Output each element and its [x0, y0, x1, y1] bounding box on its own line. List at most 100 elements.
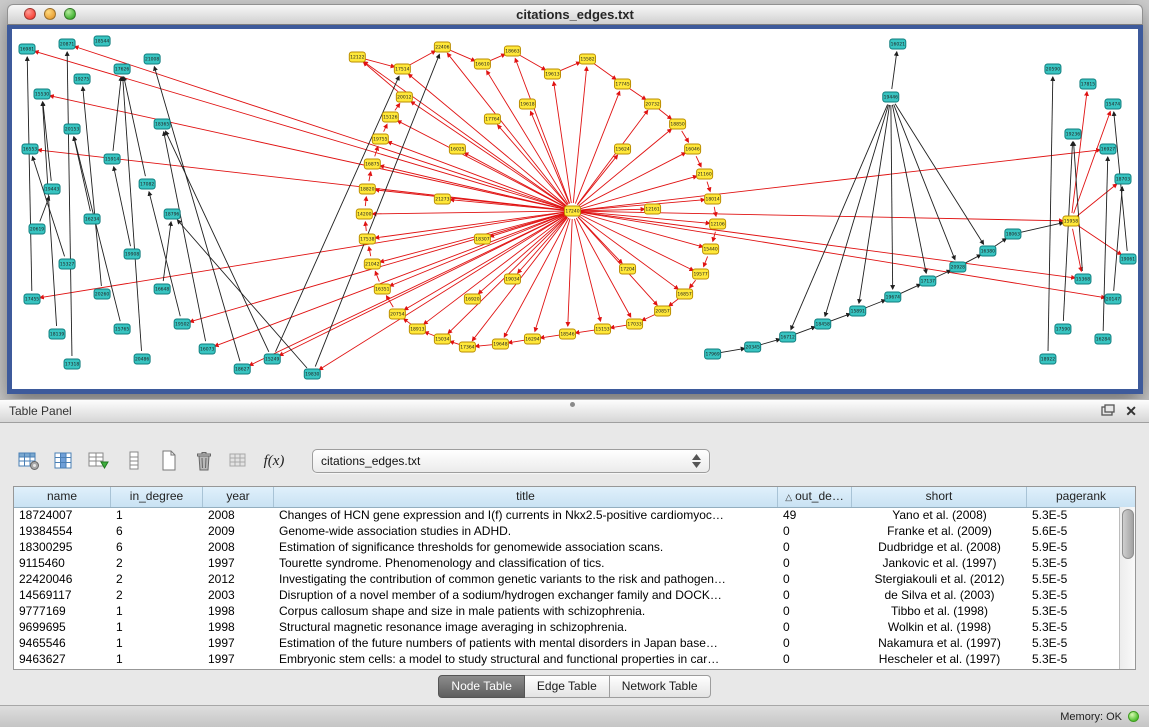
network-node[interactable]: 20732	[645, 99, 661, 109]
network-node[interactable]: 18663	[504, 46, 520, 56]
network-edge[interactable]	[404, 215, 565, 310]
network-edge[interactable]	[575, 330, 594, 333]
table-row[interactable]: 1830029562008Estimation of significance …	[14, 539, 1120, 555]
network-edge[interactable]	[610, 325, 626, 328]
network-node[interactable]: 19061	[1120, 254, 1136, 264]
column-header-out-degree[interactable]: △out_de…	[778, 487, 852, 507]
network-edge[interactable]	[1103, 157, 1108, 331]
table-row[interactable]: 946554611997Estimation of the future num…	[14, 635, 1120, 651]
network-edge[interactable]	[384, 124, 387, 131]
network-node[interactable]: 19236	[1065, 129, 1081, 139]
network-node[interactable]: 19446	[883, 92, 899, 102]
network-edge[interactable]	[704, 256, 708, 266]
network-edge[interactable]	[865, 300, 885, 308]
network-edge[interactable]	[682, 131, 689, 142]
network-node[interactable]: 19830	[304, 369, 320, 379]
network-node[interactable]: 15474	[1105, 99, 1121, 109]
network-edge[interactable]	[409, 51, 435, 65]
network-edge[interactable]	[315, 54, 439, 366]
network-edge[interactable]	[574, 219, 600, 321]
network-edge[interactable]	[594, 64, 616, 80]
network-node[interactable]: 19613	[544, 69, 560, 79]
network-node[interactable]: 21273	[434, 194, 450, 204]
network-node[interactable]: 15530	[34, 89, 50, 99]
network-edge[interactable]	[531, 111, 570, 203]
network-node[interactable]: 12106	[710, 219, 726, 229]
network-node[interactable]: 17318	[64, 359, 80, 369]
panel-splitter-handle[interactable]	[570, 402, 575, 407]
network-node[interactable]: 19674	[885, 292, 901, 302]
network-node[interactable]: 17815	[1080, 79, 1096, 89]
network-edge[interactable]	[35, 51, 565, 208]
network-edge[interactable]	[425, 332, 435, 336]
network-edge[interactable]	[1074, 112, 1111, 214]
network-node[interactable]: 16920	[464, 294, 480, 304]
network-node[interactable]: 16351	[374, 284, 390, 294]
network-canvas[interactable]: 1212217514224061661018663196131558217745…	[12, 29, 1138, 389]
network-node[interactable]: 19755	[372, 134, 388, 144]
network-node[interactable]: 17514	[394, 64, 410, 74]
network-node[interactable]: 16021	[890, 39, 906, 49]
network-edge[interactable]	[519, 55, 545, 70]
network-node[interactable]: 15368	[1075, 274, 1091, 284]
network-edge[interactable]	[994, 239, 1006, 247]
network-node[interactable]: 22406	[434, 42, 450, 52]
network-node[interactable]: 16875	[364, 159, 380, 169]
network-edge[interactable]	[364, 62, 566, 207]
network-edge[interactable]	[1114, 187, 1123, 291]
network-node[interactable]: 18365	[154, 119, 170, 129]
table-row[interactable]: 2242004622012Investigating the contribut…	[14, 571, 1120, 587]
network-edge[interactable]	[642, 314, 655, 320]
network-node[interactable]: 20486	[134, 354, 150, 364]
network-node[interactable]: 15440	[703, 244, 719, 254]
network-edge[interactable]	[369, 172, 371, 181]
network-edge[interactable]	[830, 314, 850, 321]
network-node[interactable]: 19502	[174, 319, 190, 329]
network-edge[interactable]	[669, 299, 678, 306]
network-node[interactable]: 15624	[615, 144, 631, 154]
zoom-button[interactable]	[64, 8, 76, 20]
network-node[interactable]: 19443	[44, 184, 60, 194]
network-edge[interactable]	[892, 105, 926, 273]
network-edge[interactable]	[177, 220, 307, 368]
network-node[interactable]: 18796	[164, 209, 180, 219]
close-button[interactable]	[24, 8, 36, 20]
network-node[interactable]: 16927	[1100, 144, 1116, 154]
network-node[interactable]: 18703	[1115, 174, 1131, 184]
network-node[interactable]: 16380	[980, 246, 996, 256]
network-node[interactable]: 20619	[29, 224, 45, 234]
network-node[interactable]: 15126	[382, 112, 398, 122]
network-edge[interactable]	[1021, 223, 1063, 233]
column-header-name[interactable]: name	[14, 487, 111, 507]
network-node[interactable]: 18820	[359, 184, 375, 194]
table-row[interactable]: 977716911998Corpus callosum shape and si…	[14, 603, 1120, 619]
new-table-icon[interactable]	[156, 448, 182, 474]
network-edge[interactable]	[580, 212, 1075, 278]
column-header-pagerank[interactable]: pagerank	[1027, 487, 1135, 507]
network-node[interactable]: 12122	[349, 52, 365, 62]
network-node[interactable]: 17969	[705, 349, 721, 359]
network-edge[interactable]	[568, 219, 572, 326]
network-node[interactable]: 17590	[1055, 324, 1071, 334]
row-options-icon[interactable]	[121, 448, 147, 474]
network-edge[interactable]	[388, 142, 565, 208]
network-edge[interactable]	[580, 212, 1105, 297]
network-node[interactable]: 15765	[114, 324, 130, 334]
network-edge[interactable]	[365, 222, 366, 231]
network-node[interactable]: 16610	[474, 59, 490, 69]
function-builder-icon[interactable]: f(x)	[261, 448, 287, 474]
network-edge[interactable]	[27, 57, 32, 291]
network-node[interactable]: 16648	[154, 284, 170, 294]
network-edge[interactable]	[575, 91, 619, 203]
network-edge[interactable]	[578, 155, 618, 205]
network-table-selector[interactable]: citations_edges.txt	[312, 449, 710, 473]
network-edge[interactable]	[83, 87, 102, 286]
network-node[interactable]: 20012	[396, 92, 412, 102]
network-edge[interactable]	[573, 67, 586, 203]
network-edge[interactable]	[965, 255, 981, 263]
network-node[interactable]: 21042	[364, 259, 380, 269]
network-edge[interactable]	[450, 50, 475, 61]
network-edge[interactable]	[40, 212, 565, 297]
network-node[interactable]: 15034	[434, 334, 450, 344]
network-node[interactable]: 18913	[409, 324, 425, 334]
